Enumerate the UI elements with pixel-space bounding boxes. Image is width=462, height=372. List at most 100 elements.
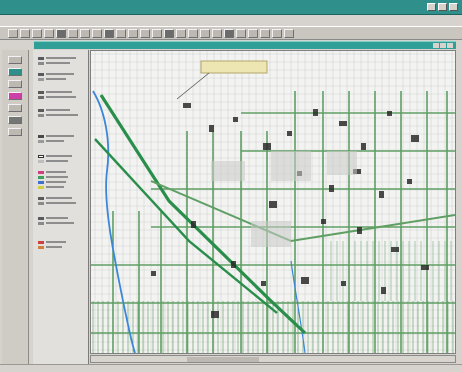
identify-icon[interactable] (104, 29, 114, 38)
minimize-icon[interactable] (427, 3, 436, 11)
building (313, 109, 318, 116)
building (329, 185, 334, 192)
tool-strip-button[interactable] (8, 104, 22, 112)
legend-entry[interactable] (38, 216, 82, 226)
building (339, 121, 347, 126)
zoom-in-icon[interactable] (80, 29, 90, 38)
tool-strip-button[interactable] (8, 56, 22, 64)
table-of-contents (33, 50, 89, 366)
select-icon[interactable] (116, 29, 126, 38)
building (233, 117, 238, 122)
building (263, 143, 271, 150)
minimize-icon[interactable] (433, 43, 439, 48)
layer-swatch (38, 77, 44, 81)
table-icon[interactable] (164, 29, 174, 38)
building (381, 287, 386, 294)
chart-icon[interactable] (176, 29, 186, 38)
building (211, 311, 219, 318)
map-view[interactable] (90, 50, 456, 354)
map-horizontal-scrollbar[interactable] (90, 355, 456, 363)
layer-swatch (38, 170, 44, 174)
refresh-icon[interactable] (152, 29, 162, 38)
layer-swatch (38, 159, 44, 163)
building (341, 281, 346, 286)
legend-entry[interactable] (38, 90, 82, 100)
building (379, 191, 384, 198)
tool-strip-button[interactable] (8, 80, 22, 88)
maximize-icon[interactable] (438, 3, 447, 11)
draw-icon[interactable] (284, 29, 294, 38)
building (231, 261, 236, 268)
legend-entry[interactable] (38, 196, 82, 206)
legend-entry[interactable] (38, 170, 82, 190)
open-icon[interactable] (20, 29, 30, 38)
new-icon[interactable] (8, 29, 18, 38)
building (183, 103, 191, 108)
zoom-out-icon[interactable] (92, 29, 102, 38)
full-extent-icon[interactable] (236, 29, 246, 38)
layer-swatch (38, 72, 44, 76)
status-bar (0, 364, 462, 372)
legend-entry[interactable] (38, 154, 82, 164)
layer-swatch (38, 201, 44, 205)
building (301, 277, 309, 284)
layout-icon[interactable] (188, 29, 198, 38)
building (261, 281, 266, 286)
building (411, 135, 419, 142)
title-bar (0, 0, 462, 15)
layer-icon[interactable] (56, 29, 66, 38)
layer-swatch (38, 113, 44, 117)
map-window-title-bar (34, 41, 456, 49)
previous-extent-icon[interactable] (248, 29, 258, 38)
pan-icon[interactable] (68, 29, 78, 38)
text-icon[interactable] (272, 29, 282, 38)
building (151, 271, 156, 276)
scrollbar-thumb[interactable] (187, 357, 259, 362)
layer-swatch (38, 139, 44, 143)
building (191, 221, 196, 228)
layer-swatch (38, 108, 44, 112)
legend-entry[interactable] (38, 56, 82, 66)
district-patch (327, 151, 357, 175)
legend-entry[interactable] (38, 108, 82, 118)
tool-strip-button[interactable] (8, 128, 22, 136)
building (407, 179, 412, 184)
legend-entry[interactable] (38, 134, 82, 144)
callout-text (209, 63, 273, 83)
building (387, 111, 392, 116)
building (209, 125, 214, 132)
window-title (18, 2, 258, 12)
maximize-icon[interactable] (440, 43, 446, 48)
building (269, 201, 277, 208)
tool-strip (2, 50, 29, 366)
layer-swatch (38, 221, 44, 225)
building (391, 247, 399, 252)
legend-entry[interactable] (38, 72, 82, 82)
menu-bar (0, 15, 462, 26)
tool-strip-button[interactable] (8, 92, 22, 100)
map-canvas[interactable] (91, 51, 455, 353)
district-patch (211, 161, 245, 181)
measure-icon[interactable] (128, 29, 138, 38)
tool-strip-button[interactable] (8, 116, 22, 124)
building (321, 219, 326, 224)
legend-entry[interactable] (38, 240, 82, 250)
hotlink-icon[interactable] (212, 29, 222, 38)
help-icon[interactable] (200, 29, 210, 38)
district-patch (251, 221, 291, 247)
layer-swatch (38, 134, 44, 138)
close-icon[interactable] (447, 43, 453, 48)
layer-swatch (38, 61, 44, 65)
close-icon[interactable] (449, 3, 458, 11)
label-icon[interactable] (260, 29, 270, 38)
district-patch (271, 151, 311, 181)
layer-swatch (38, 175, 44, 179)
save-icon[interactable] (32, 29, 42, 38)
building (357, 227, 362, 234)
query-icon[interactable] (224, 29, 234, 38)
building (421, 265, 429, 270)
find-icon[interactable] (140, 29, 150, 38)
print-icon[interactable] (44, 29, 54, 38)
tool-strip-button[interactable] (8, 68, 22, 76)
building (361, 143, 366, 150)
